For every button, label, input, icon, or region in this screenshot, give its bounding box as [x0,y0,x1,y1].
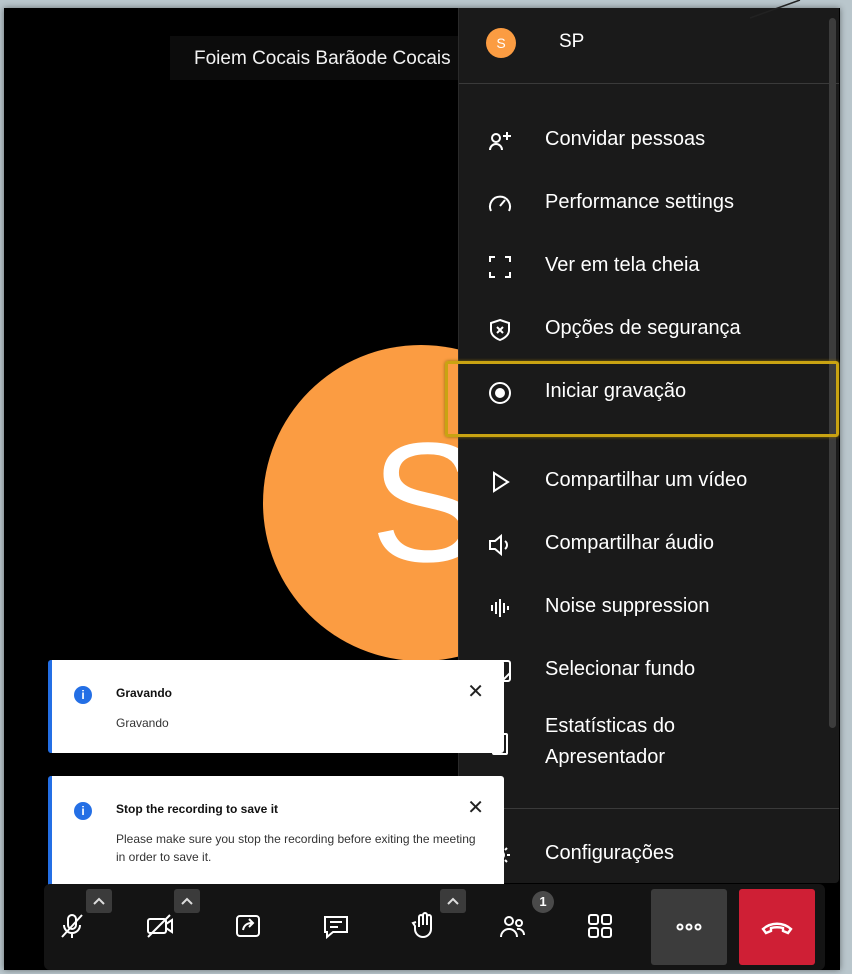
notification-recording: i Gravando Gravando ✕ [48,660,504,753]
menu-item-share-video[interactable]: Compartilhar um vídeo [459,455,839,505]
menu-item-speaker-stats[interactable]: Estatísticas do Apresentador [459,707,839,777]
play-icon [485,467,515,497]
gauge-icon [485,189,515,219]
menu-item-select-background[interactable]: Selecionar fundo [459,644,839,694]
menu-item-share-audio[interactable]: Compartilhar áudio [459,518,839,568]
menu-item-label: Convidar pessoas [545,128,706,150]
tile-view-button[interactable] [572,898,628,954]
fullscreen-icon [485,252,515,282]
menu-item-settings[interactable]: Configurações [459,828,839,878]
meeting-toolbar: 1 [44,884,825,970]
menu-item-label: Noise suppression [545,595,710,617]
notification-title: Gravando [116,686,173,700]
menu-divider [459,808,839,809]
raise-hand-button[interactable] [396,898,452,954]
menu-item-security-options[interactable]: Opções de segurança [459,303,839,353]
menu-item-noise-suppression[interactable]: Noise suppression [459,581,839,631]
menu-item-label: Ver em tela cheia [545,254,700,276]
user-name: SP [559,31,585,52]
menu-item-label: Selecionar fundo [545,658,696,680]
notification-title: Stop the recording to save it [116,802,279,816]
meeting-title: Foiem Cocais Barãode Cocais [170,36,470,80]
more-actions-button[interactable] [651,889,727,965]
notification-body: Please make sure you stop the recording … [116,832,476,864]
close-icon[interactable]: ✕ [467,682,484,702]
annotation-line [749,0,801,19]
waveform-icon [485,593,515,623]
notification-stop-recording: i Stop the recording to save it Please m… [48,776,504,888]
participants-button[interactable] [484,898,540,954]
participants-count-badge: 1 [532,891,554,913]
recording-highlight-box [445,361,839,437]
info-icon: i [74,686,92,704]
user-avatar: S [486,28,516,58]
menu-item-label: Compartilhar áudio [545,532,714,554]
chat-button[interactable] [308,898,364,954]
speaker-icon [485,530,515,560]
menu-item-label: Performance settings [545,191,734,213]
mute-microphone-button[interactable] [44,898,100,954]
camera-toggle-button[interactable] [132,898,188,954]
add-person-icon [485,126,515,156]
menu-item-label: Compartilhar um vídeo [545,469,748,491]
hangup-button[interactable] [739,889,815,965]
menu-item-label: Configurações [545,842,674,864]
close-icon[interactable]: ✕ [467,798,484,818]
notification-body: Gravando [116,716,169,730]
info-icon: i [74,802,92,820]
meeting-window: Foiem Cocais Barãode Cocais S S SP Convi… [4,8,840,970]
share-screen-button[interactable] [220,898,276,954]
more-actions-menu: S SP Convidar pessoas Performance settin… [458,8,839,883]
menu-item-label: Opções de segurança [545,317,741,339]
menu-item-label: Estatísticas do Apresentador [545,715,676,768]
menu-item-fullscreen[interactable]: Ver em tela cheia [459,240,839,290]
menu-item-invite[interactable]: Convidar pessoas [459,114,839,164]
menu-item-performance-settings[interactable]: Performance settings [459,177,839,227]
shield-icon [485,315,515,345]
